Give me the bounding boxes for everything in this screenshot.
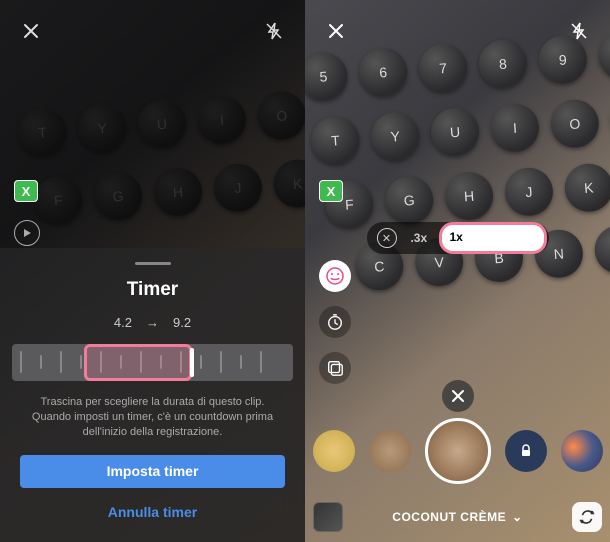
timer-from: 4.2 <box>114 315 132 330</box>
key: U <box>136 98 187 149</box>
gallery-thumbnail[interactable] <box>313 502 343 532</box>
key: 6 <box>358 47 409 98</box>
key: F <box>33 175 84 226</box>
key: I <box>196 94 247 145</box>
close-icon[interactable] <box>323 18 349 44</box>
timer-range: 4.2 → 9.2 <box>114 315 191 330</box>
key: U <box>429 106 480 157</box>
speed-option[interactable]: 2x <box>476 226 505 250</box>
layout-icon[interactable] <box>319 352 351 384</box>
effect-thumb-locked[interactable] <box>505 430 547 472</box>
key: J <box>212 162 263 213</box>
key: K <box>272 158 305 209</box>
key: G <box>384 175 435 226</box>
key: M <box>593 224 610 275</box>
timer-to: 9.2 <box>173 315 191 330</box>
close-icon[interactable] <box>18 18 44 44</box>
left-screenshot: T Y U I O F G H J K X Timer 4.2 → 9.2 <box>0 0 305 542</box>
flash-off-icon[interactable] <box>566 18 592 44</box>
chevron-down-icon: ⌄ <box>512 510 523 524</box>
slider-cursor[interactable] <box>190 348 194 376</box>
key: J <box>503 166 554 217</box>
x-badge: X <box>14 180 38 202</box>
sheet-grabber[interactable] <box>135 262 171 265</box>
effect-thumb-selected[interactable] <box>425 418 491 484</box>
key: 8 <box>477 38 528 89</box>
key: Y <box>370 111 421 162</box>
speed-option[interactable]: 3x <box>509 226 538 250</box>
effects-smiley-icon[interactable] <box>319 260 351 292</box>
effect-thumb[interactable] <box>369 430 411 472</box>
key: Y <box>77 103 128 154</box>
camera-flip-button[interactable] <box>572 502 602 532</box>
key: 5 <box>305 51 349 102</box>
cancel-timer-button[interactable]: Annulla timer <box>100 496 205 528</box>
sheet-title: Timer <box>127 279 178 301</box>
key: I <box>489 102 540 153</box>
key: T <box>310 115 361 166</box>
arrow-right-icon: → <box>146 315 159 330</box>
effect-thumb[interactable] <box>561 430 603 472</box>
effect-thumb[interactable] <box>313 430 355 472</box>
speed-clear-icon[interactable]: ✕ <box>376 228 396 248</box>
speed-selector: ✕ .3x .5x 1x 2x 3x <box>366 222 548 254</box>
x-badge: X <box>319 180 343 202</box>
key: H <box>152 166 203 217</box>
key: H <box>443 170 494 221</box>
speed-option[interactable]: .3x <box>402 226 435 250</box>
effect-name-label[interactable]: COCONUT CRÈME ⌄ <box>392 510 522 524</box>
play-circle-icon[interactable] <box>14 220 40 246</box>
key: 7 <box>417 42 468 93</box>
key: G <box>93 171 144 222</box>
key: K <box>563 162 610 213</box>
timer-sheet: Timer 4.2 → 9.2 Trascina per scegliere l… <box>0 248 305 542</box>
key: T <box>17 107 68 158</box>
set-timer-button[interactable]: Imposta timer <box>20 455 284 488</box>
speed-option[interactable]: .5x <box>439 226 472 250</box>
timer-description: Trascina per scegliere la durata di ques… <box>12 395 293 441</box>
right-screenshot: 5 6 7 8 9 0 T Y U I O P F G H J K L C V … <box>305 0 610 542</box>
timer-icon[interactable] <box>319 306 351 338</box>
close-effects-button[interactable] <box>442 380 474 412</box>
key: O <box>549 98 600 149</box>
key: O <box>256 90 305 141</box>
flash-off-icon[interactable] <box>261 18 287 44</box>
effects-carousel[interactable] <box>305 418 610 484</box>
timer-slider[interactable] <box>12 344 293 380</box>
